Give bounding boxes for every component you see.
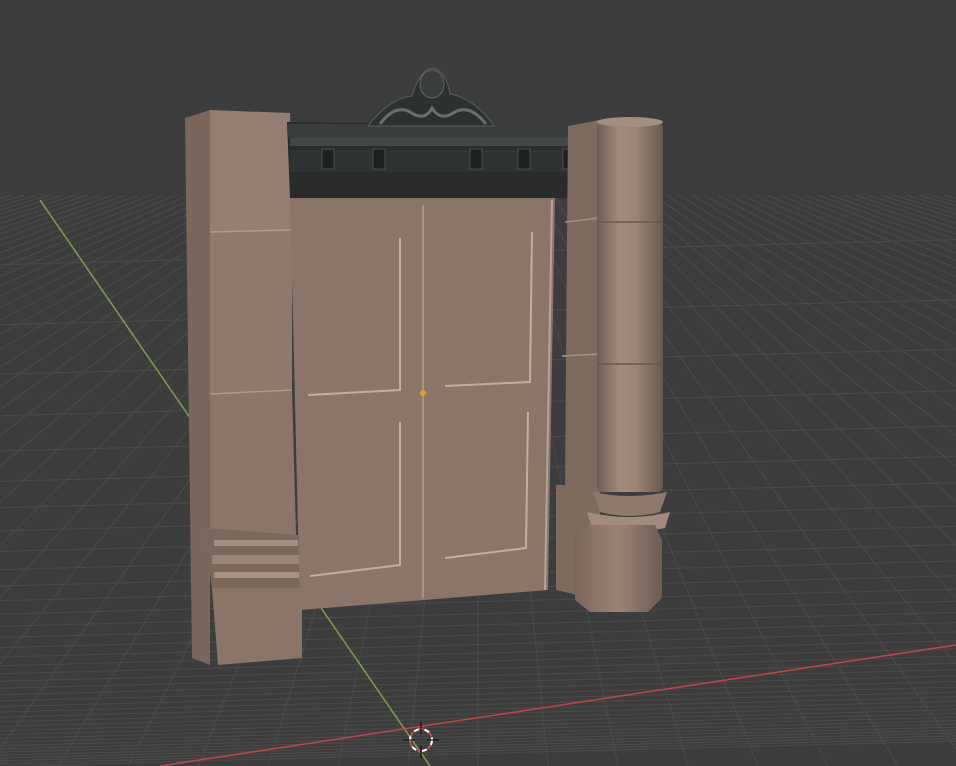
3d-viewport[interactable] bbox=[0, 0, 956, 766]
stone-wall-left[interactable] bbox=[185, 110, 302, 665]
double-door[interactable] bbox=[290, 196, 555, 610]
object-origin-marker bbox=[420, 390, 426, 396]
viewport-canvas[interactable] bbox=[0, 0, 956, 766]
